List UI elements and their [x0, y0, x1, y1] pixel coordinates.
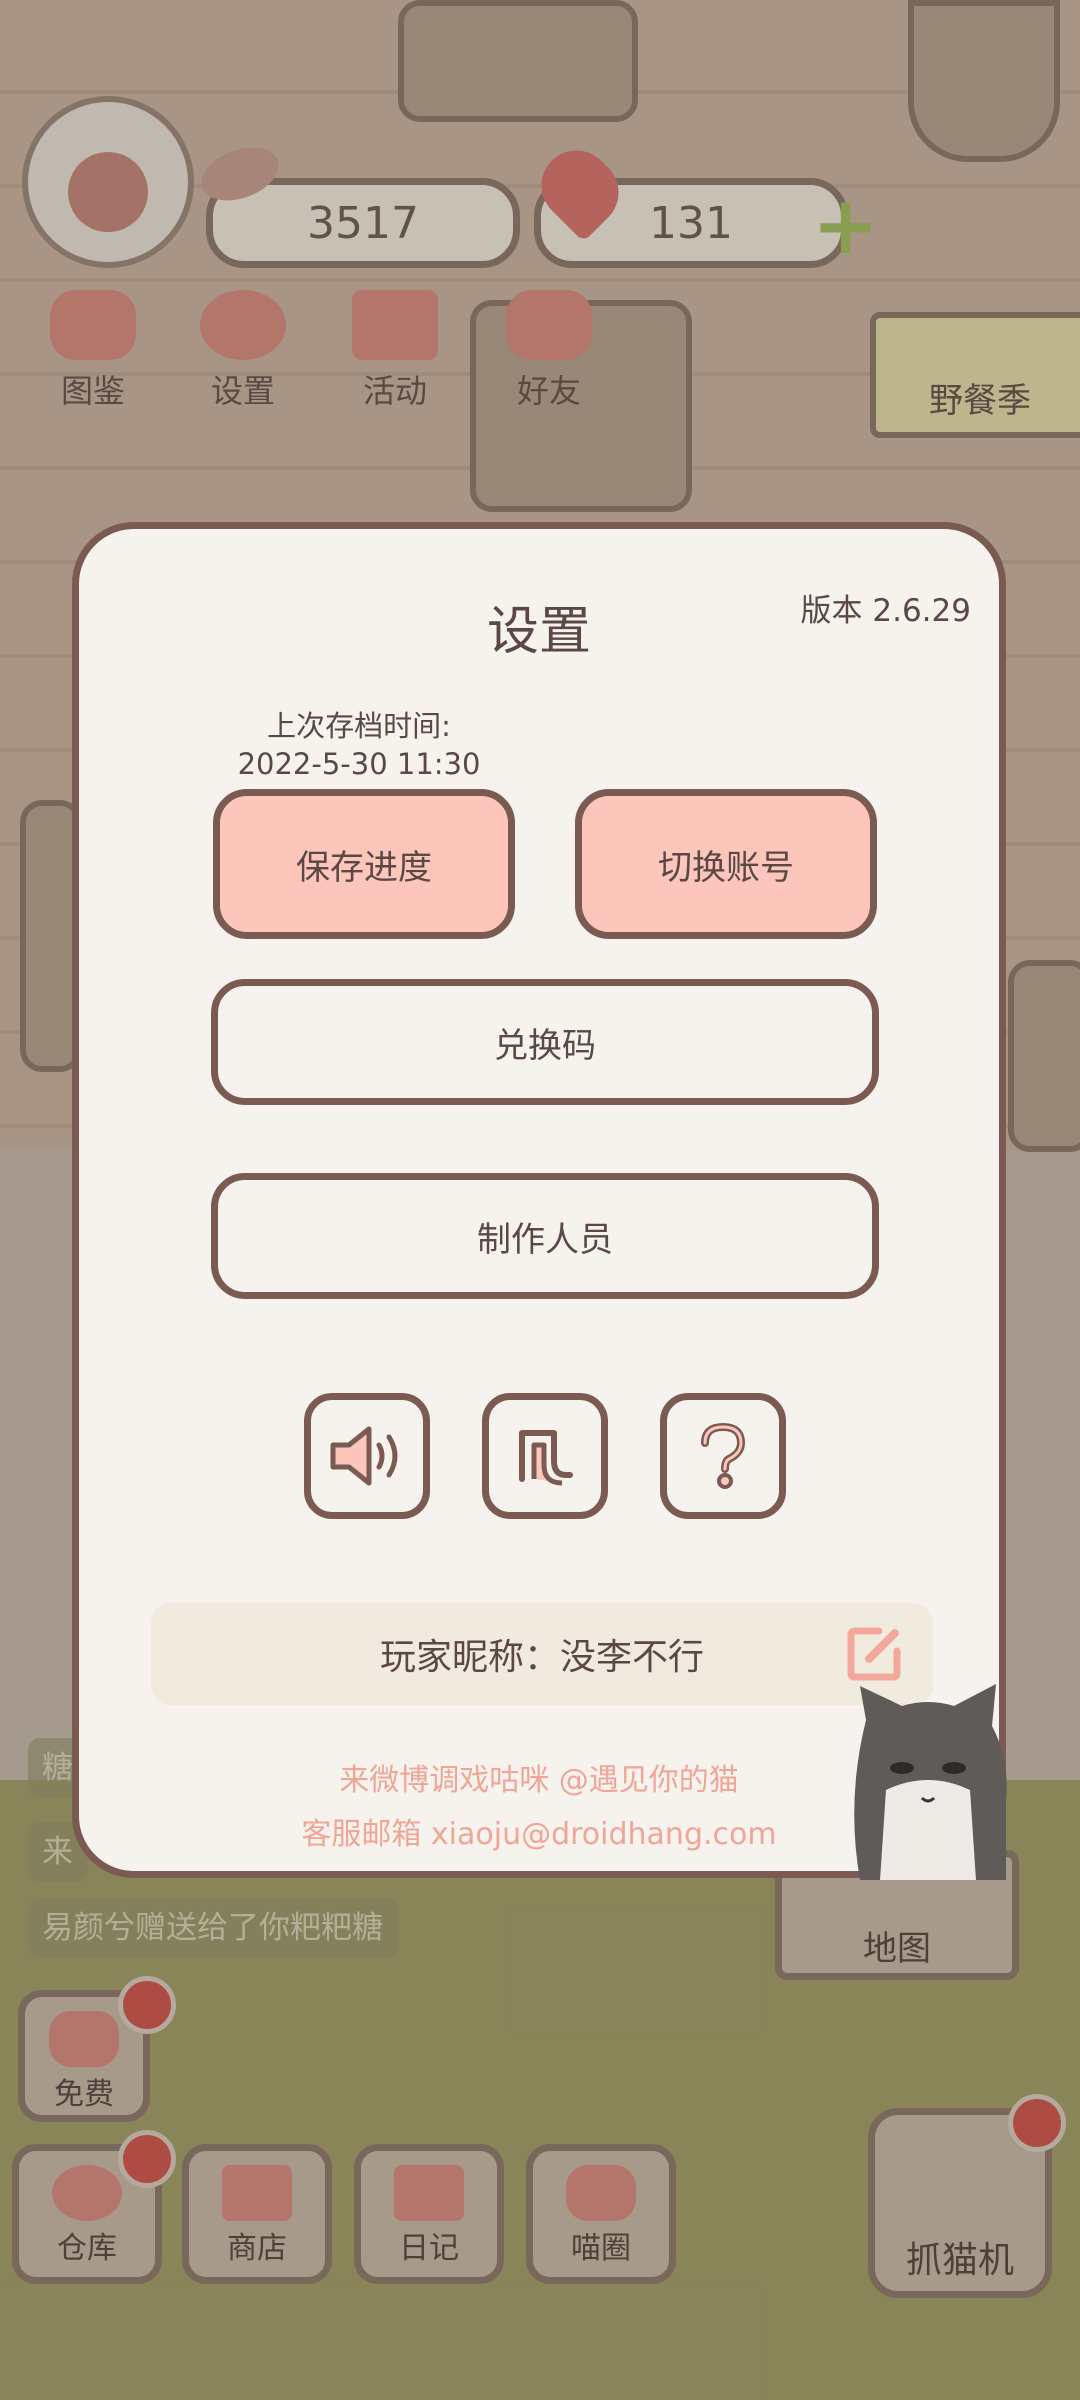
switch-account-label: 切换账号	[658, 847, 794, 888]
cat-photo-sticker	[854, 1684, 1007, 1880]
music-icon	[519, 1430, 573, 1486]
redeem-code-button[interactable]: 兑换码	[211, 979, 879, 1105]
last-save-label: 上次存档时间:	[267, 709, 451, 743]
nickname-field[interactable]: 玩家昵称：没李不行	[151, 1603, 933, 1705]
save-progress-button[interactable]: 保存进度	[213, 789, 515, 939]
last-save-info: 上次存档时间: 2022-5-30 11:30	[219, 707, 499, 783]
last-save-time: 2022-5-30 11:30	[237, 747, 481, 781]
edit-icon[interactable]	[845, 1623, 905, 1683]
credits-label: 制作人员	[477, 1219, 613, 1260]
settings-dialog: 设置 版本 2.6.29 上次存档时间: 2022-5-30 11:30 保存进…	[72, 522, 1006, 1878]
version-label: 版本 2.6.29	[800, 593, 971, 629]
sound-icon	[330, 1426, 398, 1486]
help-button[interactable]	[660, 1393, 786, 1519]
credits-button[interactable]: 制作人员	[211, 1173, 879, 1299]
nickname-label: 玩家昵称：没李不行	[379, 1637, 704, 1678]
redeem-code-label: 兑换码	[494, 1025, 596, 1066]
sound-toggle-button[interactable]	[304, 1393, 430, 1519]
music-toggle-button[interactable]	[482, 1393, 608, 1519]
help-icon	[701, 1422, 746, 1489]
switch-account-button[interactable]: 切换账号	[575, 789, 877, 939]
save-progress-label: 保存进度	[296, 847, 432, 888]
